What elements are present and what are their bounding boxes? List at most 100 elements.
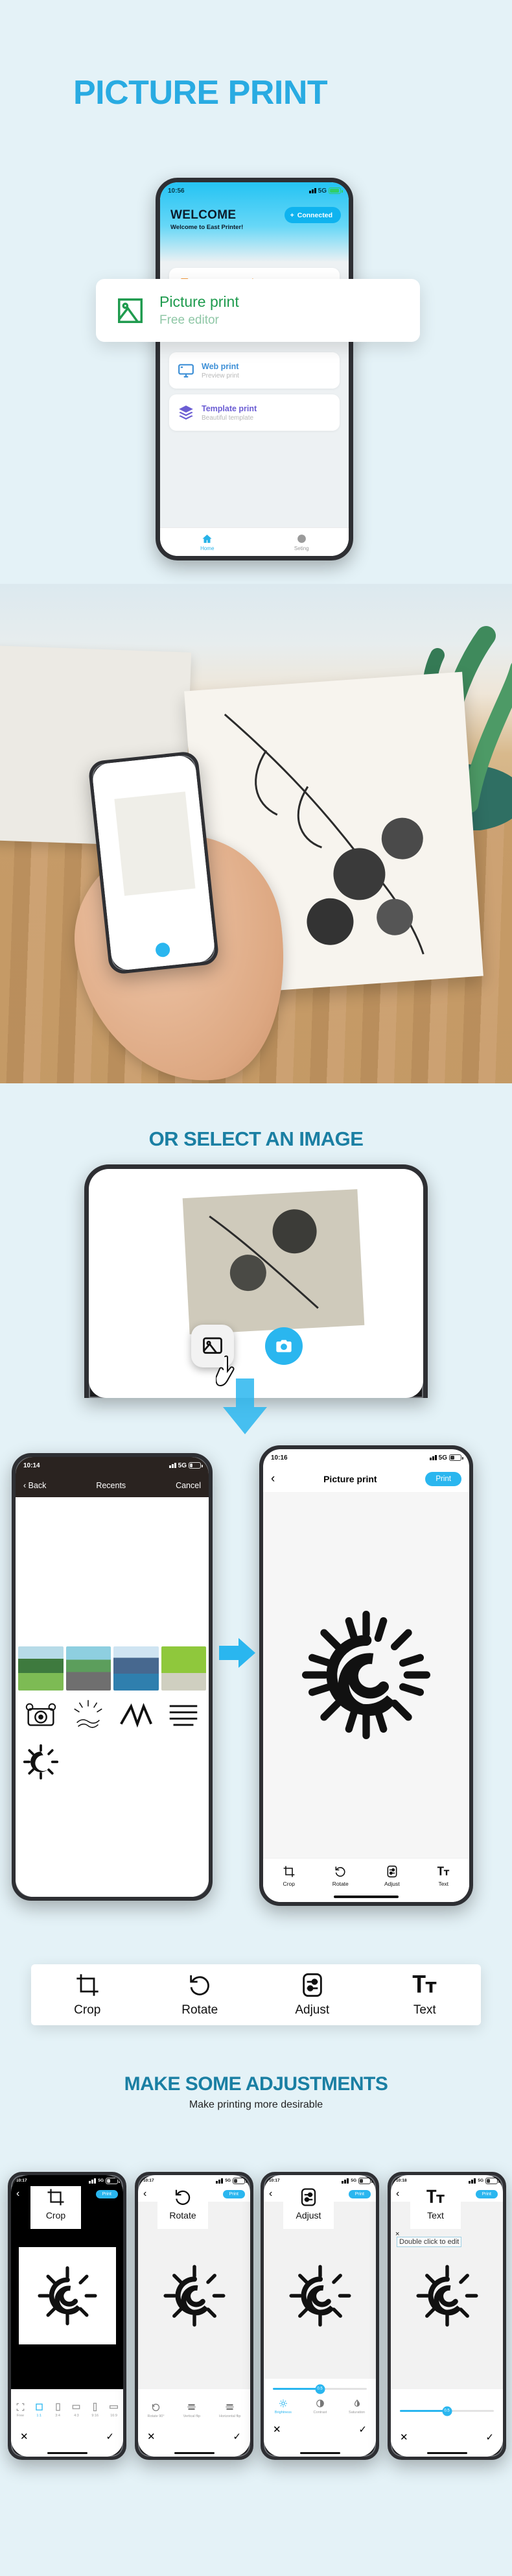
camera-capture-phone <box>84 1164 428 1398</box>
status-icons: 5G <box>169 1462 203 1469</box>
floating-tool-rotate[interactable]: Rotate <box>144 1972 257 2017</box>
card-template-print[interactable]: Template print Beautiful template <box>169 394 340 431</box>
crop-ratio-free[interactable]: Free <box>16 2403 25 2418</box>
print-button[interactable]: Print <box>348 2189 371 2198</box>
crop-panel: Free 1:1 3:4 4:3 9:16 16:9 ✕ ✓ <box>11 2389 123 2457</box>
text-canvas[interactable] <box>391 2202 503 2389</box>
saturation-icon <box>354 2399 360 2407</box>
brightness-icon <box>279 2400 287 2407</box>
thumb-monogram[interactable] <box>113 1693 159 1737</box>
shutter-button[interactable] <box>153 940 172 959</box>
thumb-sun-doodle[interactable] <box>18 1740 64 1784</box>
contrast-icon <box>316 2400 324 2407</box>
chevron-left-icon[interactable]: ‹ <box>396 2188 399 2200</box>
back-label: Back <box>28 1481 47 1490</box>
picture-print-callout[interactable]: Picture print Free editor <box>96 279 420 342</box>
option-brightness[interactable]: Brightness <box>275 2399 292 2414</box>
close-icon[interactable]: ✕ <box>273 2424 281 2435</box>
section-take-a-picture: TAKE A PICTURE and print it <box>0 584 512 1083</box>
focus-corner-tr <box>173 774 189 790</box>
thumb-meadow-forest[interactable] <box>18 1646 64 1691</box>
thumb-floral-camera[interactable] <box>18 1693 64 1737</box>
close-icon[interactable]: ✕ <box>20 2431 29 2442</box>
close-icon[interactable]: ✕ <box>147 2431 156 2442</box>
camera-shutter-button[interactable] <box>265 1327 303 1365</box>
chevron-left-icon[interactable]: ‹ <box>16 2188 19 2200</box>
option-label: Vertical flip <box>183 2414 201 2418</box>
cancel-button[interactable]: Cancel <box>176 1481 201 1490</box>
crop-ratio-9-16[interactable]: 9:16 <box>91 2402 99 2418</box>
option-saturation[interactable]: Saturation <box>349 2399 365 2414</box>
option-rotate-90[interactable]: Rotate 90° <box>148 2402 165 2418</box>
slider-knob[interactable]: 0.5 <box>315 2384 325 2394</box>
text-size-slider[interactable]: 0.5 <box>400 2406 494 2416</box>
signal-icon <box>216 2178 224 2184</box>
tool-crop[interactable]: Crop <box>263 1859 315 1902</box>
check-icon[interactable]: ✓ <box>106 2431 114 2442</box>
page-title: PICTURE PRINT <box>73 74 328 112</box>
floating-tool-adjust[interactable]: Adjust <box>256 1972 369 2017</box>
print-button[interactable]: Print <box>425 1472 461 1486</box>
rotate-canvas[interactable] <box>138 2202 250 2389</box>
crop-ratio-1-1[interactable]: 1:1 <box>35 2403 43 2418</box>
floating-tool-text[interactable]: Text <box>369 1972 482 2017</box>
text-icon <box>412 1975 437 1993</box>
slider-fill <box>273 2388 320 2390</box>
crop-frame[interactable] <box>18 2246 116 2344</box>
crop-ratio-3-4[interactable]: 3:4 <box>54 2403 62 2418</box>
battery-icon <box>106 2177 120 2184</box>
slider-knob[interactable]: 0.5 <box>442 2406 452 2416</box>
option-contrast[interactable]: Contrast <box>314 2399 327 2414</box>
thumb-placeholder <box>66 1740 111 1784</box>
confirm-row: ✕ ✓ <box>264 2420 376 2439</box>
check-icon[interactable]: ✓ <box>233 2431 241 2442</box>
text-edit-placeholder[interactable]: Double click to edit <box>395 2230 462 2247</box>
crop-canvas[interactable] <box>11 2202 123 2389</box>
monogram-art-icon <box>119 1703 152 1728</box>
adjust-slider[interactable]: 0.5 <box>273 2384 367 2394</box>
home-indicator <box>426 2452 467 2454</box>
network-label: 5G <box>98 2178 104 2183</box>
print-button[interactable]: Print <box>222 2189 245 2198</box>
close-icon[interactable]: ✕ <box>400 2431 408 2443</box>
network-label: 5G <box>438 1454 447 1462</box>
free-ratio-icon <box>16 2403 25 2411</box>
thumb-handshake[interactable] <box>65 1693 111 1737</box>
check-icon[interactable]: ✓ <box>485 2431 494 2443</box>
tool-text[interactable]: Text <box>418 1859 470 1902</box>
editor-canvas[interactable] <box>263 1492 469 1858</box>
back-button[interactable]: ‹ Back <box>23 1481 46 1490</box>
connected-button[interactable]: + Connected <box>284 207 341 223</box>
photo-picker-phone: 10:14 5G ‹ Back Recents Cancel <box>12 1453 213 1901</box>
welcome-phone: 10:56 5G WELCOME Welcome to East Printer… <box>156 178 353 560</box>
thumb-lakeside-road[interactable] <box>65 1646 111 1691</box>
crop-icon <box>76 1974 99 1996</box>
tab-setting[interactable]: Seting <box>255 528 349 556</box>
option-vertical-flip[interactable]: Vertical flip <box>183 2402 201 2418</box>
crop-ratio-4-3[interactable]: 4:3 <box>72 2403 80 2418</box>
confirm-row: ✕ ✓ <box>11 2427 123 2446</box>
print-button[interactable]: Print <box>95 2189 118 2198</box>
option-horizontal-flip[interactable]: Horizontal flip <box>219 2402 241 2418</box>
status-bar: 10:17 5G <box>11 2175 123 2186</box>
check-icon[interactable]: ✓ <box>358 2424 367 2435</box>
thumb-friends-quote[interactable] <box>161 1693 206 1737</box>
card-web-print[interactable]: Web print Preview print <box>169 352 340 389</box>
chevron-left-icon[interactable]: ‹ <box>271 1472 275 1486</box>
chevron-left-icon[interactable]: ‹ <box>143 2188 146 2200</box>
crop-ratio-16-9[interactable]: 16:9 <box>110 2403 119 2418</box>
option-label: 16:9 <box>110 2413 117 2418</box>
chevron-left-icon[interactable]: ‹ <box>269 2188 272 2200</box>
thumbnail-row-photos <box>16 1646 209 1691</box>
tool-label: Adjust <box>295 2003 330 2017</box>
thumb-mountain-lake[interactable] <box>113 1646 159 1691</box>
thumb-green-path[interactable] <box>161 1646 206 1691</box>
floating-tool-crop[interactable]: Crop <box>31 1972 144 2017</box>
landscape-ratio-icon <box>73 2404 80 2409</box>
adjust-canvas[interactable] <box>264 2202 376 2389</box>
signal-icon <box>308 188 316 193</box>
print-button[interactable]: Print <box>475 2189 498 2198</box>
captured-page-preview <box>114 791 196 896</box>
tab-home[interactable]: Home <box>160 528 255 556</box>
section-title-select-image: OR SELECT AN IMAGE <box>148 1127 364 1150</box>
